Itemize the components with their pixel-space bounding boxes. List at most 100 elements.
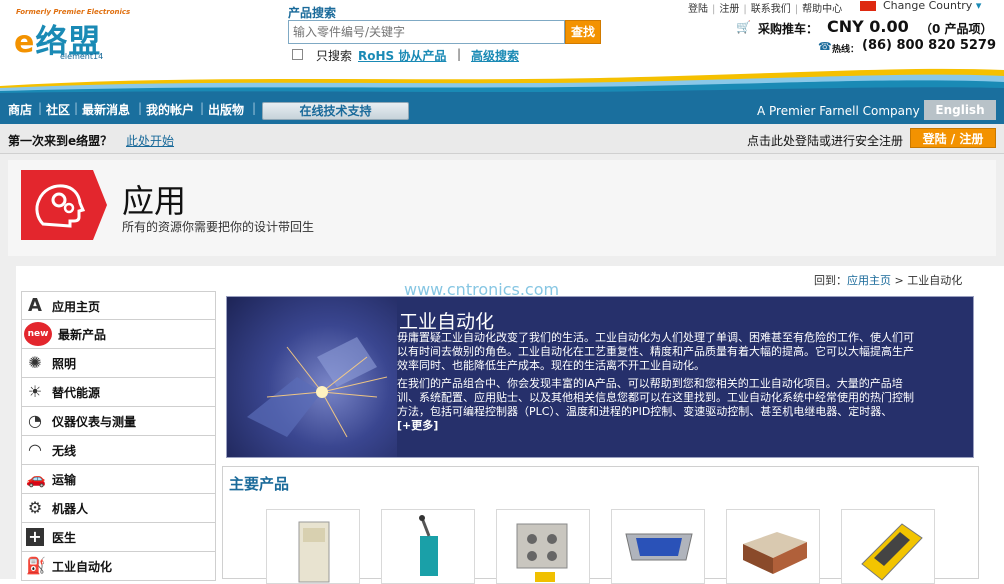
online-tech-support-button[interactable]: 在线技术支持 — [262, 102, 409, 120]
top-links: 登陆 | 注册 | 联系我们 | 帮助中心 — [688, 4, 843, 15]
china-flag-icon — [860, 1, 876, 11]
nav-item-account[interactable]: 我的帐户 — [146, 101, 194, 118]
sidebar-item-label: 工业自动化 — [52, 560, 113, 574]
sidebar-item-new-products[interactable]: new 最新产品 — [21, 320, 216, 349]
nav-item-community[interactable]: 社区 — [46, 101, 70, 118]
welding-robot-image — [227, 297, 397, 457]
sparks-illustration — [247, 337, 388, 438]
start-here-link[interactable]: 此处开始 — [126, 132, 174, 149]
medical-cross-icon: + — [26, 528, 44, 546]
multimeter-image — [861, 523, 923, 581]
cart-label[interactable]: 采购推车： — [758, 20, 818, 37]
rohs-compliant-link[interactable]: RoHS 协从产品 — [358, 47, 446, 64]
feature-paragraph-2: 在我们的产品组合中、你会发现丰富的IA产品、可以帮助到您和您相关的工业自动化项目… — [397, 377, 917, 433]
read-more-link[interactable]: [+更多] — [397, 419, 438, 432]
product-card-multimeter[interactable] — [841, 509, 935, 584]
breadcrumb: 回到：应用主页 > 工业自动化 — [814, 272, 972, 288]
sidebar-item-wireless[interactable]: ◠ 无线 — [21, 436, 216, 465]
page-title: 应用 — [122, 182, 187, 220]
dsub-connector-image — [625, 533, 693, 561]
nav-item-publications[interactable]: 出版物 — [208, 101, 244, 118]
top-link-register[interactable]: 注册 — [719, 4, 739, 15]
nav-separator: | — [138, 101, 143, 115]
product-card-relay[interactable] — [266, 509, 360, 584]
product-card-limit-switch[interactable] — [381, 509, 475, 584]
module-image — [743, 532, 807, 574]
products-heading: 主要产品 — [229, 475, 290, 493]
sidebar-item-label: 运输 — [52, 473, 77, 487]
link-separator: | — [457, 47, 462, 61]
top-link-contact[interactable]: 联系我们 — [751, 4, 791, 15]
sidebar-item-label: 无线 — [52, 444, 77, 458]
product-card-dsub[interactable] — [611, 509, 705, 584]
breadcrumb-home-link[interactable]: 应用主页 — [847, 274, 891, 287]
sidebar-item-instrumentation[interactable]: ◔ 仪器仪表与测量 — [21, 407, 216, 436]
logo-tagline: Formerly Premier Electronics — [16, 8, 131, 16]
search-label: 产品搜索 — [288, 6, 337, 20]
sidebar-item-lighting[interactable]: ✺ 照明 — [21, 349, 216, 378]
nav-item-store[interactable]: 商店 — [8, 101, 32, 118]
feature-title: 工业自动化 — [399, 311, 495, 333]
hotline-label: 热线： — [832, 45, 860, 55]
product-card-module[interactable] — [726, 509, 820, 584]
hotline-number: (86) 800 820 5279 — [862, 38, 997, 53]
robot-arm-icon: ⚙ — [27, 498, 43, 517]
nav-item-news[interactable]: 最新消息 — [82, 101, 130, 118]
product-card-connector[interactable] — [496, 509, 590, 584]
phone-icon: ☎ — [818, 40, 832, 53]
cart-icon[interactable]: 🛒 — [736, 20, 751, 34]
breadcrumb-prefix: 回到： — [814, 274, 847, 287]
feature-paragraph-2-text: 在我们的产品组合中、你会发现丰富的IA产品、可以帮助到您和您相关的工业自动化项目… — [397, 377, 914, 418]
rohs-only-label: 只搜索 — [316, 49, 353, 63]
sidebar-item-label: 应用主页 — [52, 300, 101, 314]
chevron-down-icon: ▾ — [975, 0, 982, 12]
site-header: Formerly Premier Electronics e络盟 element… — [0, 0, 1004, 96]
sidebar-item-robotics[interactable]: ⚙ 机器人 — [21, 494, 216, 523]
change-country-label: Change Country — [883, 0, 973, 12]
logo-e: e — [14, 25, 36, 60]
search-button[interactable]: 查找 — [565, 20, 601, 44]
nav-separator: | — [252, 101, 257, 115]
logo-subtext: element14 — [60, 52, 104, 61]
sidebar-item-transportation[interactable]: 🚗 运输 — [21, 465, 216, 494]
sidebar-item-label: 替代能源 — [52, 386, 101, 400]
login-prompt[interactable]: 点击此处登陆或进行安全注册 — [747, 132, 903, 149]
letter-a-icon: A — [28, 295, 42, 316]
login-register-button[interactable]: 登陆 / 注册 — [910, 128, 996, 148]
limit-switch-image — [419, 515, 438, 576]
first-visit-question: 第一次来到e络盟？ — [8, 134, 113, 148]
company-tagline: A Premier Farnell Company — [757, 104, 920, 118]
search-input[interactable] — [288, 20, 565, 44]
breadcrumb-current: 工业自动化 — [907, 274, 963, 287]
sidebar-item-label: 照明 — [52, 357, 77, 371]
nav-separator: | — [38, 101, 43, 115]
sidebar-item-app-home[interactable]: A 应用主页 — [21, 291, 216, 320]
sidebar-item-label: 最新产品 — [58, 328, 107, 342]
wireless-icon: ◠ — [28, 440, 42, 459]
top-link-help[interactable]: 帮助中心 — [802, 4, 842, 15]
advanced-search-link[interactable]: 高级搜索 — [471, 47, 519, 64]
connector-image — [516, 523, 568, 582]
language-button[interactable]: English — [924, 100, 996, 120]
nav-separator: | — [200, 101, 205, 115]
application-sidebar: A 应用主页 new 最新产品 ✺ 照明 ☀ 替代能源 ◔ 仪器仪表与测量 ◠ … — [21, 291, 216, 581]
head-gears-icon — [21, 170, 107, 240]
change-country-dropdown[interactable]: Change Country ▾ — [883, 0, 981, 12]
sidebar-item-label: 医生 — [52, 531, 77, 545]
sidebar-item-medical[interactable]: + 医生 — [21, 523, 216, 552]
sidebar-item-label: 机器人 — [52, 502, 89, 516]
page-subtitle: 所有的资源你需要把你的设计带回生 — [122, 220, 315, 234]
sidebar-item-label: 仪器仪表与测量 — [52, 415, 137, 429]
main-nav: 商店 | 社区 | 最新消息 | 我的帐户 | 出版物 | 在线技术支持 A P… — [0, 96, 1004, 124]
gauge-icon: ◔ — [28, 411, 42, 430]
top-link-login[interactable]: 登陆 — [688, 4, 708, 15]
sidebar-item-alternative-energy[interactable]: ☀ 替代能源 — [21, 378, 216, 407]
car-icon: 🚗 — [26, 469, 46, 488]
relay-image — [298, 521, 330, 583]
sun-icon: ☀ — [27, 382, 43, 401]
lighting-icon: ✺ — [28, 353, 42, 372]
sidebar-item-industrial-automation[interactable]: ⛽ 工业自动化 — [21, 552, 216, 581]
cart-amount: CNY 0.00 — [827, 17, 909, 36]
first-visit-bar: 第一次来到e络盟？ 此处开始 点击此处登陆或进行安全注册 登陆 / 注册 — [0, 124, 1004, 154]
rohs-only-checkbox[interactable] — [292, 49, 303, 60]
